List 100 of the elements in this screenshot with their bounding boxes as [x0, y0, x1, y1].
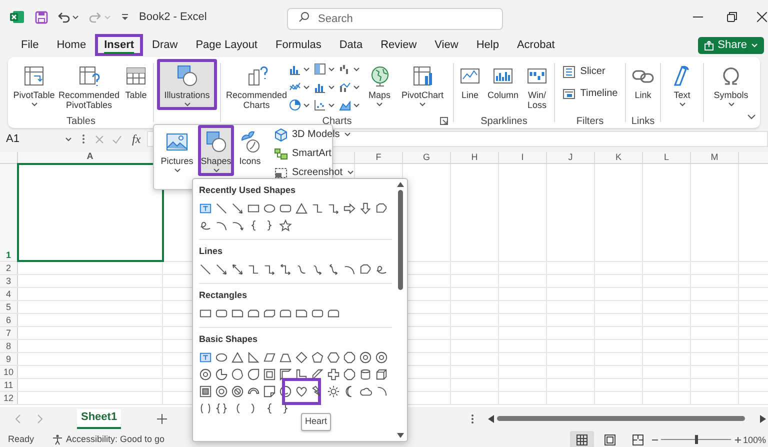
waterfall-chart-button[interactable] [338, 63, 360, 75]
ribbon-button[interactable]: PivotTable [10, 59, 58, 110]
close-icon[interactable] [757, 12, 767, 22]
ribbon-button[interactable]: Win/ Loss [522, 59, 552, 113]
check-icon[interactable] [112, 134, 122, 144]
sheet-tab[interactable]: Sheet1 [77, 408, 122, 428]
ribbon-button[interactable]: Table [120, 59, 152, 103]
ribbon-tab[interactable]: File [12, 34, 48, 56]
trapezoid-icon[interactable] [279, 351, 292, 364]
folded-corner-icon[interactable] [263, 385, 276, 398]
scroll-up-icon[interactable] [397, 182, 404, 187]
octagon-icon[interactable] [343, 351, 356, 364]
rectangle-icon[interactable] [199, 307, 212, 320]
octagon-icon[interactable] [343, 368, 356, 381]
normal-view-button[interactable] [570, 431, 594, 447]
circle-icon[interactable] [199, 368, 212, 381]
curved-connector-arrow-icon[interactable] [311, 263, 324, 276]
line-icon[interactable] [215, 202, 228, 215]
ribbon-tab[interactable]: Help [467, 34, 508, 56]
curve-icon[interactable] [343, 263, 356, 276]
cylinder-icon[interactable] [359, 368, 372, 381]
collapse-ribbon-icon[interactable] [747, 114, 756, 120]
ribbon-button[interactable]: Recommended Charts [226, 59, 286, 113]
arrow-line-icon[interactable] [231, 202, 244, 215]
statistic-chart-button[interactable] [314, 81, 334, 93]
line-chart-button[interactable] [288, 81, 310, 93]
ribbon-button[interactable]: Icons [236, 125, 264, 169]
scribble-icon[interactable] [375, 263, 388, 276]
teardrop-icon[interactable] [247, 368, 260, 381]
diamond-icon[interactable] [295, 351, 308, 364]
zoom-level[interactable]: 100% [742, 434, 766, 447]
restore-icon[interactable] [727, 12, 737, 22]
rounded-rectangle-icon[interactable] [311, 307, 324, 320]
rounded-rectangle-icon[interactable] [279, 202, 292, 215]
triangle-icon[interactable] [295, 202, 308, 215]
chord-icon[interactable] [231, 368, 244, 381]
ribbon-tab[interactable]: Page Layout [186, 34, 266, 56]
rounded-rectangle-icon[interactable] [215, 307, 228, 320]
double-brace-icon[interactable] [215, 402, 228, 415]
scroll-right-icon[interactable] [760, 415, 766, 423]
pie-icon[interactable] [215, 368, 228, 381]
dialog-launcher-icon[interactable] [440, 117, 448, 125]
zoom-in-icon[interactable] [735, 437, 741, 443]
l-shape-icon[interactable] [295, 368, 308, 381]
hexagon-icon[interactable] [327, 351, 340, 364]
spreadsheet-logo-icon[interactable] [10, 10, 24, 24]
ribbon-tab[interactable]: Data [330, 34, 372, 56]
ribbon-button[interactable]: Slicer [558, 63, 622, 80]
horizontal-scroll-thumb[interactable] [497, 416, 745, 421]
smiley-icon[interactable] [279, 385, 292, 398]
circle-icon[interactable] [359, 351, 372, 364]
cross-icon[interactable] [327, 368, 340, 381]
curved-arrow-icon[interactable] [231, 219, 244, 232]
ribbon-tab[interactable]: Home [48, 34, 96, 56]
right-arrow-icon[interactable] [343, 202, 356, 215]
scroll-left-icon[interactable] [488, 415, 494, 423]
selected-cell[interactable] [18, 164, 163, 261]
add-sheet-icon[interactable] [157, 414, 168, 424]
curved-connector-double-arrow-icon[interactable] [327, 263, 340, 276]
ribbon-button[interactable]: Line [456, 59, 484, 103]
scatter-chart-button[interactable] [314, 99, 334, 111]
elbow-arrow-icon[interactable] [263, 263, 276, 276]
heart-icon[interactable] [295, 385, 308, 398]
pie-chart-button[interactable] [288, 99, 310, 111]
scroll-down-icon[interactable] [397, 433, 404, 438]
ribbon-tab[interactable]: Formulas [266, 34, 330, 56]
elbow-double-arrow-icon[interactable] [279, 263, 292, 276]
text-box-icon[interactable] [199, 351, 212, 364]
zoom-slider-thumb[interactable] [694, 435, 698, 444]
sun-icon[interactable] [327, 385, 340, 398]
column-chart-button[interactable] [288, 63, 310, 75]
double-arrow-line-icon[interactable] [231, 263, 244, 276]
text-box-icon[interactable] [199, 202, 212, 215]
ribbon-button[interactable]: Recommended PivotTables [58, 59, 120, 113]
donut-icon[interactable] [215, 385, 228, 398]
ribbon-button[interactable]: 3D Models [270, 126, 358, 143]
elbow-connector-icon[interactable] [247, 263, 260, 276]
ellipse-icon[interactable] [263, 202, 276, 215]
save-icon[interactable] [35, 10, 48, 24]
freeform-icon[interactable] [375, 202, 388, 215]
ribbon-button[interactable]: Shapes [198, 125, 234, 176]
elbow-arrow-icon[interactable] [327, 202, 340, 215]
ribbon-tab[interactable]: Review [372, 34, 426, 56]
more-options-icon[interactable] [82, 134, 85, 144]
freeform-icon[interactable] [359, 263, 372, 276]
accessibility-status[interactable]: Accessibility: Good to go [66, 432, 165, 446]
frame-icon[interactable] [263, 368, 276, 381]
hierarchy-chart-button[interactable] [314, 63, 334, 75]
customize-toolbar-icon[interactable] [121, 13, 129, 21]
ribbon-tab[interactable]: Acrobat [508, 34, 564, 56]
parallelogram-icon[interactable] [263, 351, 276, 364]
ribbon-button[interactable]: Illustrations [157, 59, 217, 110]
ribbon-button[interactable]: Timeline [558, 85, 622, 102]
ribbon-button[interactable]: Column [484, 59, 522, 103]
arrow-line-icon[interactable] [215, 263, 228, 276]
circle-icon[interactable] [375, 351, 388, 364]
undo-icon[interactable] [57, 10, 70, 24]
curved-connector-icon[interactable] [295, 263, 308, 276]
ribbon-button[interactable]: Symbols [707, 59, 755, 110]
ribbon-button[interactable]: Text [663, 59, 701, 110]
